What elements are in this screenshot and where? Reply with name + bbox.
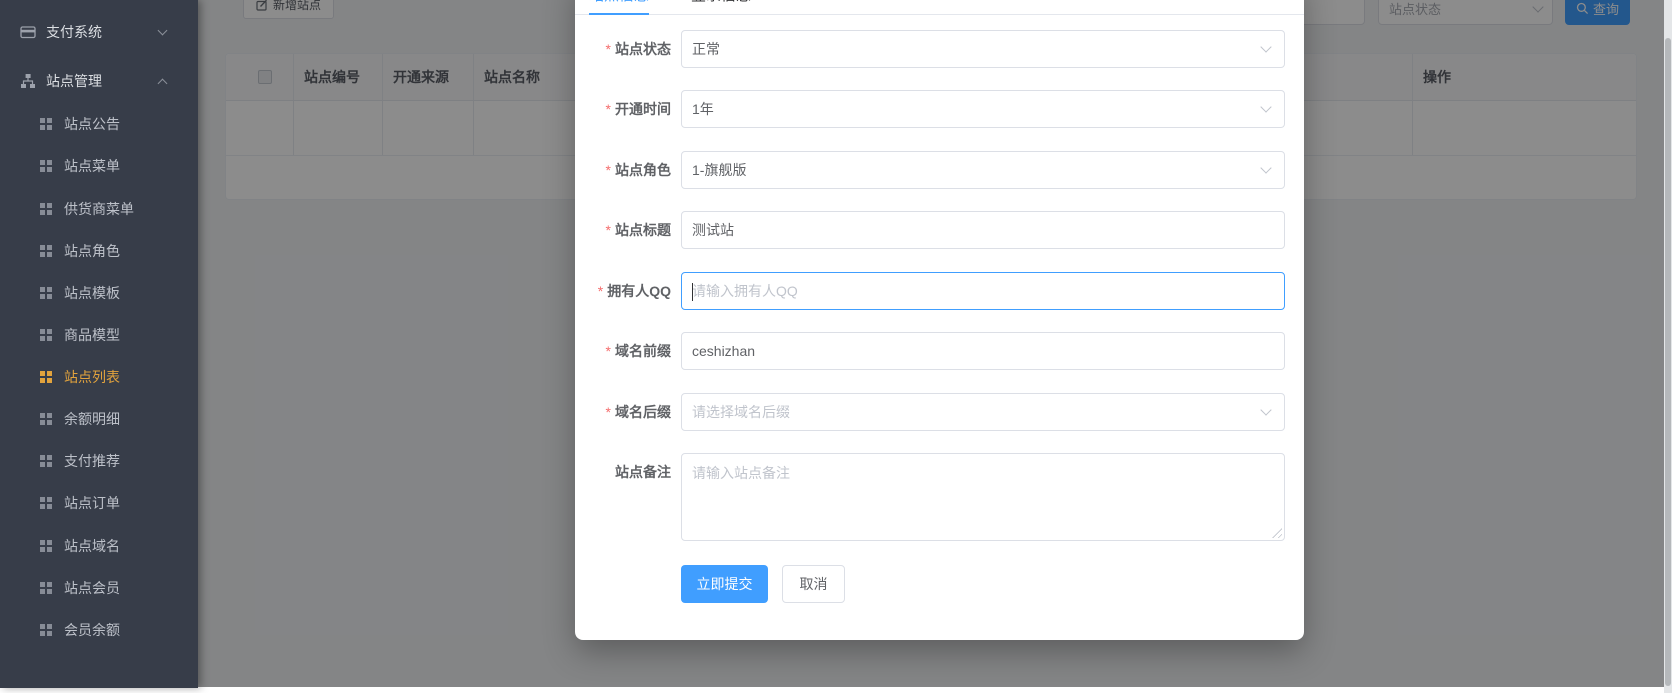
- bank-card-icon: [20, 26, 36, 39]
- sidebar-item-label: 站点域名: [64, 538, 120, 554]
- grid-icon: [40, 582, 52, 594]
- text-caret: [692, 283, 693, 301]
- open-duration-select[interactable]: [681, 90, 1285, 128]
- grid-icon: [40, 203, 52, 215]
- sidebar-item-label: 站点菜单: [64, 158, 120, 174]
- sidebar-item-label: 余额明细: [64, 411, 120, 427]
- dialog-tabbar: 站点信息 登录信息: [575, 0, 1304, 15]
- site-remark-field[interactable]: [681, 453, 1285, 541]
- field-label: 开通时间: [575, 90, 671, 128]
- chevron-up-icon: [157, 78, 168, 88]
- site-status-value[interactable]: [682, 31, 1284, 67]
- sidebar-group-label: 支付系统: [46, 24, 102, 40]
- field-label: 域名前缀: [575, 332, 671, 370]
- sidebar-item-label: 站点角色: [64, 243, 120, 259]
- sidebar-item-site-member[interactable]: 站点会员: [0, 567, 198, 609]
- site-title-field[interactable]: [681, 211, 1285, 249]
- sidebar: 支付系统 站点管理 站点公告 站点菜单 供货商菜单 站点角色 站点模板 商品模型…: [0, 0, 198, 688]
- sidebar-item-product-model[interactable]: 商品模型: [0, 314, 198, 356]
- form-row-owner-qq: 拥有人QQ: [575, 272, 1304, 310]
- form-row-domain-suffix: 域名后缀: [575, 393, 1304, 431]
- sidebar-item-label: 支付推荐: [64, 453, 120, 469]
- sidebar-item-supplier-menu[interactable]: 供货商菜单: [0, 188, 198, 230]
- sidebar-item-label: 站点会员: [64, 580, 120, 596]
- sidebar-item-balance-detail[interactable]: 余额明细: [0, 398, 198, 440]
- sidebar-item-site-template[interactable]: 站点模板: [0, 272, 198, 314]
- sidebar-item-payment-recommend[interactable]: 支付推荐: [0, 440, 198, 482]
- open-duration-value[interactable]: [682, 91, 1284, 127]
- app-screen: 新增站点 站点状态 查询 站点编号 开通来源 站点名称 操作 支付系统 站点管理…: [0, 0, 1672, 693]
- sidebar-item-label: 站点公告: [64, 116, 120, 132]
- field-label: 站点状态: [575, 30, 671, 68]
- grid-icon: [40, 287, 52, 299]
- sidebar-item-site-list[interactable]: 站点列表: [0, 356, 198, 398]
- sidebar-item-member-balance[interactable]: 会员余额: [0, 609, 198, 651]
- grid-icon: [40, 371, 52, 383]
- form-row-open-duration: 开通时间: [575, 90, 1304, 128]
- sidebar-item-label: 会员余额: [64, 622, 120, 638]
- form-row-site-title: 站点标题: [575, 211, 1304, 249]
- grid-icon: [40, 497, 52, 509]
- sidebar-item-label: 站点列表: [64, 369, 120, 385]
- domain-suffix-value[interactable]: [682, 394, 1284, 430]
- owner-qq-field[interactable]: [681, 272, 1285, 310]
- sidebar-group-label: 站点管理: [46, 73, 102, 89]
- grid-icon: [40, 329, 52, 341]
- field-label: 域名后缀: [575, 393, 671, 431]
- chevron-down-icon: [157, 25, 168, 36]
- cancel-button[interactable]: 取消: [782, 565, 845, 603]
- form-row-site-status: 站点状态: [575, 30, 1304, 68]
- grid-icon: [40, 455, 52, 467]
- sidebar-group-site-management[interactable]: 站点管理: [0, 61, 198, 101]
- grid-icon: [40, 413, 52, 425]
- sidebar-item-site-menu[interactable]: 站点菜单: [0, 145, 198, 187]
- tab-site-info[interactable]: 站点信息: [589, 0, 650, 15]
- field-label: 站点备注: [615, 464, 671, 480]
- page-scrollbar[interactable]: [1664, 0, 1672, 693]
- sidebar-item-label: 商品模型: [64, 327, 120, 343]
- sidebar-item-label: 站点订单: [64, 495, 120, 511]
- sidebar-item-site-domain[interactable]: 站点域名: [0, 525, 198, 567]
- submit-button[interactable]: 立即提交: [681, 565, 768, 603]
- field-label: 拥有人QQ: [575, 272, 671, 310]
- site-role-value[interactable]: [682, 152, 1284, 188]
- domain-prefix-field[interactable]: [681, 332, 1285, 370]
- form-row-site-role: 站点角色: [575, 151, 1304, 189]
- sidebar-item-label: 站点模板: [64, 285, 120, 301]
- grid-icon: [40, 118, 52, 130]
- domain-prefix-input[interactable]: [682, 333, 1284, 369]
- form-row-site-remark: 站点备注: [575, 453, 1304, 541]
- field-label: 站点角色: [575, 151, 671, 189]
- site-status-select[interactable]: [681, 30, 1285, 68]
- sidebar-item-site-role[interactable]: 站点角色: [0, 230, 198, 272]
- sidebar-group-payment-system[interactable]: 支付系统: [0, 12, 198, 52]
- site-title-input[interactable]: [682, 212, 1284, 248]
- site-remark-textarea[interactable]: [682, 454, 1284, 540]
- sidebar-item-site-notice[interactable]: 站点公告: [0, 103, 198, 145]
- owner-qq-input[interactable]: [682, 273, 1284, 309]
- tab-login-info[interactable]: 登录信息: [691, 0, 751, 14]
- grid-icon: [40, 245, 52, 257]
- field-label: 站点标题: [575, 211, 671, 249]
- form-row-domain-prefix: 域名前缀: [575, 332, 1304, 370]
- site-role-select[interactable]: [681, 151, 1285, 189]
- sidebar-item-label: 供货商菜单: [64, 201, 134, 217]
- sidebar-item-site-order[interactable]: 站点订单: [0, 482, 198, 524]
- site-form-dialog: 站点信息 登录信息 站点状态 开通时间 站点角色: [575, 0, 1304, 640]
- grid-icon: [40, 540, 52, 552]
- scrollbar-thumb[interactable]: [1665, 38, 1671, 686]
- page-bottom-edge: [0, 687, 1672, 693]
- grid-icon: [40, 624, 52, 636]
- domain-suffix-select[interactable]: [681, 393, 1285, 431]
- sitemap-icon: [21, 74, 35, 88]
- grid-icon: [40, 160, 52, 172]
